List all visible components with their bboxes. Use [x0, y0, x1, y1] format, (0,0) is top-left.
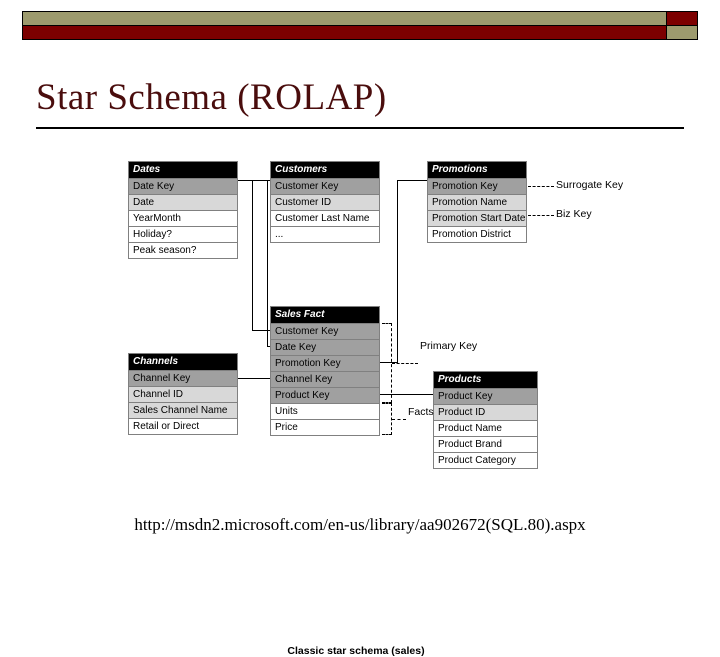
entity-row: Date Key [271, 339, 379, 355]
entity-row: Product Name [434, 420, 537, 436]
title-divider [36, 127, 684, 129]
leader-line-facts [392, 419, 406, 420]
entity-table-products[interactable]: Products Product Key Product ID Product … [433, 371, 538, 469]
entity-row: Retail or Direct [129, 418, 237, 434]
connector-promotions-v [397, 180, 398, 362]
entity-row: Promotion District [428, 226, 526, 242]
entity-row: Product Brand [434, 436, 537, 452]
header-bar-olive-cap [667, 26, 698, 40]
leader-line-surrogate-key [528, 186, 554, 187]
entity-row: Product Key [434, 388, 537, 404]
leader-line-biz-key [528, 215, 554, 216]
entity-row: Promotion Name [428, 194, 526, 210]
entity-row: Channel Key [129, 370, 237, 386]
entity-row: ... [271, 226, 379, 242]
entity-title-customers: Customers [271, 162, 379, 178]
entity-table-sales-fact[interactable]: Sales Fact Customer Key Date Key Promoti… [270, 306, 380, 436]
entity-row: Product Category [434, 452, 537, 468]
entity-row: YearMonth [129, 210, 237, 226]
entity-row: Promotion Key [428, 178, 526, 194]
diagram-caption: Classic star schema (sales) [287, 645, 425, 657]
entity-row: Sales Channel Name [129, 402, 237, 418]
entity-row: Customer Key [271, 178, 379, 194]
slide-header-bar [22, 11, 698, 40]
entity-title-sales-fact: Sales Fact [271, 307, 379, 323]
entity-row: Price [271, 419, 379, 435]
entity-row: Holiday? [129, 226, 237, 242]
connector-dates-v [267, 180, 268, 346]
header-bar-maroon-cap [667, 11, 698, 26]
bracket-primary-key [382, 323, 392, 403]
entity-row: Date Key [129, 178, 237, 194]
leader-line-primary-key [392, 363, 418, 364]
entity-row: Promotion Key [271, 355, 379, 371]
entity-row: Customer Key [271, 323, 379, 339]
entity-title-products: Products [434, 372, 537, 388]
entity-table-promotions[interactable]: Promotions Promotion Key Promotion Name … [427, 161, 527, 243]
entity-row: Customer ID [271, 194, 379, 210]
bracket-facts [382, 403, 392, 435]
entity-row: Date [129, 194, 237, 210]
entity-row: Channel Key [271, 371, 379, 387]
annotation-primary-key: Primary Key [420, 340, 478, 352]
connector-customers-v [252, 180, 253, 330]
star-schema-diagram: Dates Date Key Date YearMonth Holiday? P… [0, 150, 720, 657]
annotation-biz-key: Biz Key [556, 208, 592, 220]
entity-row: Product Key [271, 387, 379, 403]
entity-row: Units [271, 403, 379, 419]
entity-table-customers[interactable]: Customers Customer Key Customer ID Custo… [270, 161, 380, 243]
connector-promotions-h1 [397, 180, 427, 181]
entity-title-dates: Dates [129, 162, 237, 178]
entity-row: Customer Last Name [271, 210, 379, 226]
entity-table-dates[interactable]: Dates Date Key Date YearMonth Holiday? P… [128, 161, 238, 259]
entity-row: Channel ID [129, 386, 237, 402]
entity-row: Peak season? [129, 242, 237, 258]
entity-table-channels[interactable]: Channels Channel Key Channel ID Sales Ch… [128, 353, 238, 435]
annotation-surrogate-key: Surrogate Key [556, 179, 624, 191]
header-bar-olive-segment [22, 11, 667, 26]
entity-row: Product ID [434, 404, 537, 420]
entity-row: Promotion Start Date [428, 210, 526, 226]
entity-title-promotions: Promotions [428, 162, 526, 178]
entity-title-channels: Channels [129, 354, 237, 370]
header-bar-maroon-segment [22, 26, 667, 40]
annotation-facts: Facts [408, 406, 434, 418]
connector-customers-h1 [252, 180, 270, 181]
source-url-text: http://msdn2.microsoft.com/en-us/library… [134, 515, 586, 534]
page-title: Star Schema (ROLAP) [36, 77, 387, 118]
